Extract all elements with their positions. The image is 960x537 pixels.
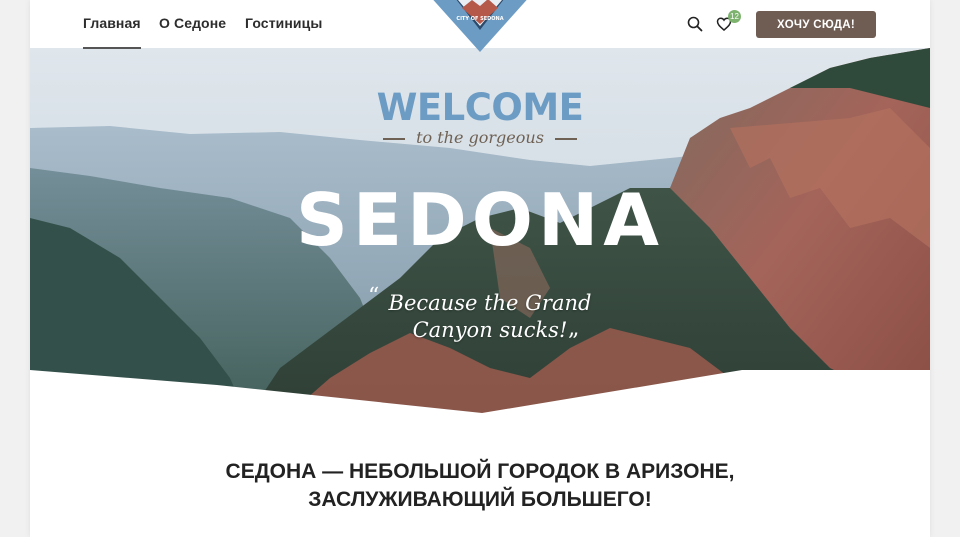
main-heading-line-2: ЗАСЛУЖИВАЮЩИЙ БОЛЬШЕГО! <box>308 488 652 511</box>
main-heading-line-1: СЕДОНА — НЕБОЛЬШОЙ ГОРОДОК В АРИЗОНЕ, <box>225 460 735 483</box>
city-logo[interactable]: CITY OF SEDONA <box>428 0 532 54</box>
top-navigation: Главная О Седоне Гостиницы CITY OF SEDON… <box>30 0 930 52</box>
welcome-heading: WELCOME <box>376 86 584 129</box>
subtitle-row: to the gorgeous <box>383 128 577 148</box>
nav-link-about-sedona[interactable]: О Седоне <box>159 15 226 31</box>
logo-text: CITY OF SEDONA <box>456 16 503 22</box>
search-icon[interactable] <box>687 16 703 32</box>
tagline-line-1: Because the Grand <box>388 291 592 315</box>
hero-subtitle: to the gorgeous <box>416 128 544 147</box>
nav-link-home[interactable]: Главная <box>83 15 141 49</box>
tagline-line-2: Canyon sucks! <box>412 318 568 342</box>
hero-city-title: SEDONA <box>296 178 664 262</box>
nav-link-hotels[interactable]: Гостиницы <box>245 15 322 31</box>
main-heading: СЕДОНА — НЕБОЛЬШОЙ ГОРОДОК В АРИЗОНЕ, ЗА… <box>30 458 930 514</box>
city-logo-emblem: CITY OF SEDONA <box>433 0 527 52</box>
hero-banner: WELCOME to the gorgeous SEDONA “ Because… <box>30 48 930 413</box>
hero-tagline: Because the Grand Canyon sucks! <box>360 290 620 344</box>
page: WELCOME to the gorgeous SEDONA “ Because… <box>30 0 930 537</box>
subtitle-dash-right <box>555 138 577 140</box>
favorites-count-badge: 12 <box>728 10 741 23</box>
quote-close-mark: „ <box>568 316 580 341</box>
want-to-go-button[interactable]: ХОЧУ СЮДА! <box>756 11 876 38</box>
